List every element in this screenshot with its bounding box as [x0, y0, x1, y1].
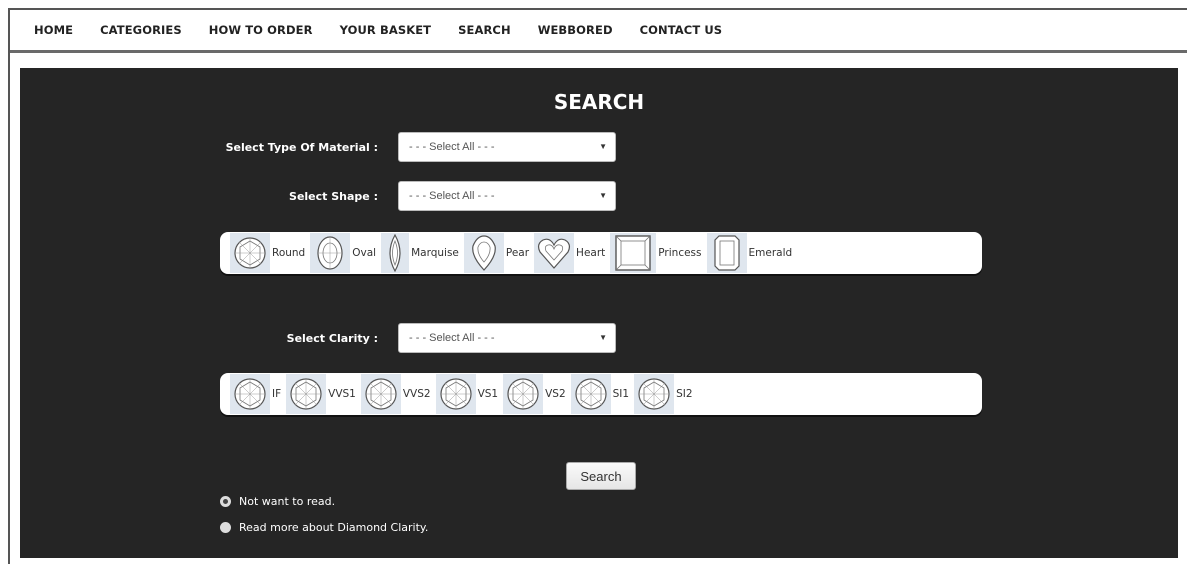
diamond-clarity-icon — [360, 374, 401, 414]
shape-label-marquise: Marquise — [411, 247, 459, 259]
chevron-down-icon: ▼ — [599, 191, 607, 200]
material-label: Select Type Of Material : — [225, 141, 378, 154]
radio-checked-icon[interactable] — [220, 496, 231, 507]
diamond-clarity-icon — [503, 374, 544, 414]
clarity-option-vs2[interactable]: VS2 — [503, 374, 568, 414]
clarity-options: IF VVS1 VVS2 VS1 VS2 SI1 SI2 — [220, 373, 982, 415]
clarity-option-si2[interactable]: SI2 — [634, 374, 694, 414]
shape-options: Round Oval Marquise Pear Heart Princess … — [220, 232, 982, 274]
clarity-select[interactable]: - - - Select All - - - ▼ — [398, 323, 616, 353]
princess-diamond-icon — [610, 233, 657, 273]
clarity-option-vvs1[interactable]: VVS1 — [286, 374, 358, 414]
radio-label-read-more: Read more about Diamond Clarity. — [239, 521, 429, 534]
marquise-diamond-icon — [381, 233, 410, 273]
nav-how-to-order[interactable]: HOW TO ORDER — [209, 23, 313, 37]
radio-label-not-read: Not want to read. — [239, 495, 336, 508]
shape-label-heart: Heart — [576, 247, 606, 259]
clarity-label-vs1: VS1 — [477, 388, 499, 400]
radio-read-more[interactable]: Read more about Diamond Clarity. — [220, 521, 428, 534]
shape-select-value: - - - Select All - - - — [409, 190, 495, 202]
heart-diamond-icon — [534, 233, 575, 273]
clarity-label-vs2: VS2 — [545, 388, 566, 400]
shape-option-marquise[interactable]: Marquise — [381, 233, 461, 273]
top-navigation: HOME CATEGORIES HOW TO ORDER YOUR BASKET… — [10, 10, 1187, 53]
clarity-option-si1[interactable]: SI1 — [570, 374, 631, 414]
shape-option-princess[interactable]: Princess — [610, 233, 703, 273]
chevron-down-icon: ▼ — [599, 333, 607, 342]
diamond-clarity-icon — [230, 374, 270, 414]
clarity-label-vvs1: VVS1 — [328, 388, 356, 400]
nav-contact-us[interactable]: CONTACT US — [640, 23, 723, 37]
shape-label-round: Round — [272, 247, 306, 259]
shape-option-heart[interactable]: Heart — [534, 233, 607, 273]
shape-label-oval: Oval — [352, 247, 377, 259]
shape-option-round[interactable]: Round — [230, 233, 307, 273]
clarity-option-vs1[interactable]: VS1 — [435, 374, 501, 414]
diamond-clarity-icon — [570, 374, 611, 414]
clarity-label-vvs2: VVS2 — [402, 388, 431, 400]
material-select[interactable]: - - - Select All - - - ▼ — [398, 132, 616, 162]
material-select-value: - - - Select All - - - — [409, 141, 495, 153]
chevron-down-icon: ▼ — [599, 142, 607, 151]
clarity-option-vvs2[interactable]: VVS2 — [360, 374, 433, 414]
radio-not-want-to-read[interactable]: Not want to read. — [220, 495, 335, 508]
clarity-select-value: - - - Select All - - - — [409, 332, 495, 344]
nav-your-basket[interactable]: YOUR BASKET — [340, 23, 432, 37]
diamond-clarity-icon — [634, 374, 675, 414]
nav-search[interactable]: SEARCH — [458, 23, 511, 37]
shape-label-pear: Pear — [505, 247, 530, 259]
search-panel: SEARCH Select Type Of Material : - - - S… — [20, 68, 1178, 558]
nav-webbored[interactable]: WEBBORED — [538, 23, 613, 37]
nav-categories[interactable]: CATEGORIES — [100, 23, 182, 37]
clarity-option-if[interactable]: IF — [230, 374, 283, 414]
radio-unchecked-icon[interactable] — [220, 522, 231, 533]
diamond-clarity-icon — [435, 374, 476, 414]
clarity-label-si1: SI1 — [612, 388, 630, 400]
shape-label: Select Shape : — [289, 190, 378, 203]
search-button[interactable]: Search — [566, 462, 636, 490]
clarity-label-if: IF — [272, 388, 282, 400]
shape-label-emerald: Emerald — [748, 247, 793, 259]
emerald-diamond-icon — [706, 233, 747, 273]
oval-diamond-icon — [310, 233, 351, 273]
pear-diamond-icon — [463, 233, 504, 273]
shape-select[interactable]: - - - Select All - - - ▼ — [398, 181, 616, 211]
nav-home[interactable]: HOME — [34, 23, 73, 37]
clarity-label-si2: SI2 — [676, 388, 693, 400]
shape-option-pear[interactable]: Pear — [463, 233, 531, 273]
page-title: SEARCH — [553, 90, 645, 114]
shape-label-princess: Princess — [658, 247, 702, 259]
round-diamond-icon — [230, 233, 270, 273]
clarity-label: Select Clarity : — [286, 332, 378, 345]
shape-option-oval[interactable]: Oval — [310, 233, 378, 273]
diamond-clarity-icon — [286, 374, 327, 414]
shape-option-emerald[interactable]: Emerald — [706, 233, 795, 273]
